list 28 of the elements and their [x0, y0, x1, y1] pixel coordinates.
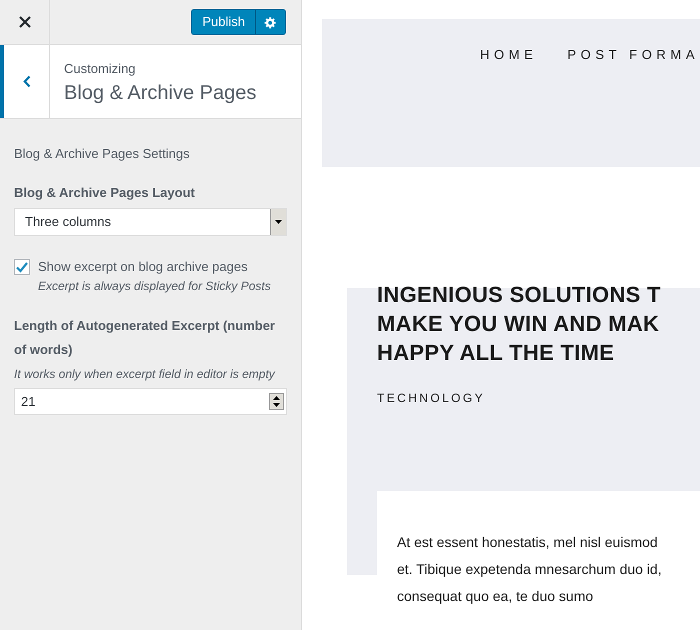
excerpt-text-line: consequat quo ea, te duo sumo: [397, 587, 594, 606]
layout-label: Blog & Archive Pages Layout: [14, 184, 196, 202]
excerpt-text-line: At est essent honestatis, mel nisl euismod: [397, 533, 659, 552]
checkbox-label: Show excerpt on blog archive pages: [38, 258, 249, 276]
checkbox-description: Excerpt is always displayed for Sticky Posts: [38, 278, 271, 295]
excerpt-checkbox[interactable]: [14, 259, 30, 275]
settings-heading: Blog & Archive Pages Settings: [14, 145, 191, 163]
layout-select[interactable]: Three columns: [14, 208, 287, 236]
close-icon: [18, 16, 30, 28]
section-title: Blog & Archive Pages: [64, 81, 256, 106]
excerpt-length-description: It works only when excerpt field in editor is empty: [14, 366, 276, 383]
post-category: TECHNOLOGY: [377, 390, 486, 407]
excerpt-text-line: et. Tibique expetenda mnesarchum duo id,: [397, 560, 663, 579]
excerpt-length-field[interactable]: 21: [14, 388, 287, 415]
post-title-line: INGENIOUS SOLUTIONS T: [377, 281, 662, 309]
back-chevron-icon: [22, 75, 30, 88]
nav-link[interactable]: POST FORMA: [567, 45, 700, 63]
post-title-line: HAPPY ALL THE TIME: [377, 339, 616, 367]
spinner-icon: [269, 393, 284, 410]
back-button[interactable]: [0, 45, 50, 118]
publish-button[interactable]: Publish: [191, 9, 256, 35]
settings-icon: [264, 16, 277, 28]
checkmark-icon: [16, 262, 28, 272]
post-title-line: MAKE YOU WIN AND MAK: [377, 310, 660, 338]
excerpt-length-label: Length of Autogenerated Excerpt (number of words): [14, 317, 276, 359]
nav-link[interactable]: HOME: [480, 45, 538, 63]
settings-button[interactable]: [256, 9, 286, 35]
breadcrumb-text: Customizing: [64, 61, 137, 77]
